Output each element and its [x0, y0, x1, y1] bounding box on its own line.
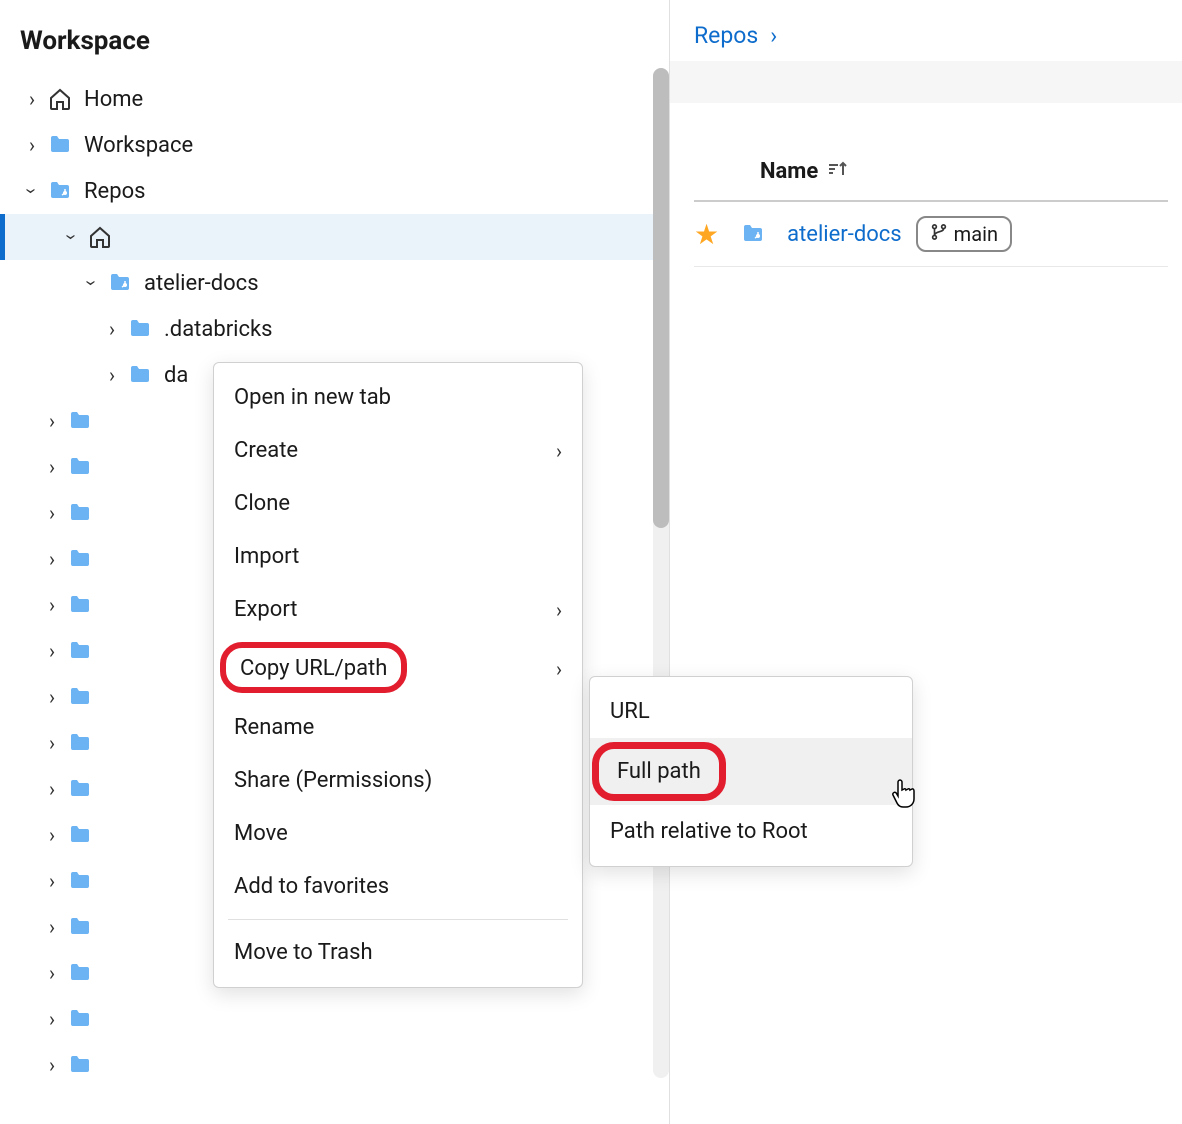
folder-icon — [68, 639, 94, 663]
chevron-right-icon: › — [40, 501, 64, 525]
star-icon[interactable]: ★ — [694, 218, 719, 251]
tree-label: atelier-docs — [144, 271, 259, 296]
home-icon — [88, 225, 114, 249]
chevron-right-icon: › — [20, 87, 44, 111]
tree-label: da — [164, 363, 188, 388]
tree-label: Repos — [84, 179, 145, 204]
tree-item-home[interactable]: › Home — [0, 76, 669, 122]
folder-icon — [68, 409, 94, 433]
folder-icon — [68, 593, 94, 617]
home-icon — [48, 87, 74, 111]
breadcrumb: Repos › — [694, 22, 1168, 49]
menu-add-favorites[interactable]: Add to favorites — [214, 860, 582, 913]
table-row[interactable]: ★ atelier-docs main — [694, 202, 1168, 267]
chevron-right-icon: › — [40, 409, 64, 433]
main-panel: Repos › Name ★ atelier-docs main — [670, 0, 1182, 1124]
scrollbar[interactable] — [653, 68, 669, 1078]
chevron-right-icon: › — [40, 961, 64, 985]
menu-copy-url-path[interactable]: Copy URL/path › — [214, 636, 582, 701]
repo-folder-icon — [741, 222, 767, 246]
folder-icon — [68, 685, 94, 709]
tree-label: .databricks — [164, 317, 273, 342]
menu-open-new-tab[interactable]: Open in new tab — [214, 371, 582, 424]
menu-divider — [228, 919, 568, 920]
folder-icon — [48, 133, 74, 157]
chevron-down-icon: › — [20, 179, 44, 203]
folder-icon — [68, 547, 94, 571]
repo-folder-icon — [108, 271, 134, 295]
submenu-relative[interactable]: Path relative to Root — [590, 805, 912, 858]
chevron-right-icon: › — [40, 777, 64, 801]
folder-icon — [68, 915, 94, 939]
highlight-annotation: Full path — [592, 742, 726, 801]
tree-item-atelier-docs[interactable]: › atelier-docs — [0, 260, 669, 306]
cursor-pointer-icon — [892, 778, 920, 816]
menu-create[interactable]: Create› — [214, 424, 582, 477]
breadcrumb-link[interactable]: Repos — [694, 22, 758, 49]
chevron-right-icon: › — [40, 1007, 64, 1031]
tree-item-placeholder[interactable]: › — [0, 1042, 669, 1088]
menu-share[interactable]: Share (Permissions) — [214, 754, 582, 807]
folder-icon — [128, 363, 154, 387]
chevron-right-icon: › — [40, 823, 64, 847]
sidebar-title: Workspace — [0, 18, 669, 76]
context-menu: Open in new tab Create› Clone Import Exp… — [213, 362, 583, 988]
column-name[interactable]: Name — [760, 159, 818, 184]
highlight-annotation: Copy URL/path — [220, 642, 407, 693]
chevron-right-icon: › — [100, 363, 124, 387]
chevron-right-icon: › — [40, 547, 64, 571]
branch-badge[interactable]: main — [916, 216, 1012, 252]
chevron-down-icon: › — [60, 225, 84, 249]
chevron-right-icon: › — [40, 593, 64, 617]
submenu-full-path[interactable]: Full path — [590, 738, 912, 805]
menu-import[interactable]: Import — [214, 530, 582, 583]
folder-icon — [68, 731, 94, 755]
tree-item-user-home[interactable]: › — [0, 214, 669, 260]
submenu-url[interactable]: URL — [590, 685, 912, 738]
tree-item-databricks[interactable]: › .databricks — [0, 306, 669, 352]
chevron-right-icon: › — [556, 598, 562, 622]
git-branch-icon — [930, 222, 948, 246]
folder-icon — [68, 823, 94, 847]
table-header: Name — [694, 143, 1168, 202]
menu-export[interactable]: Export› — [214, 583, 582, 636]
breadcrumb-bar — [670, 61, 1182, 103]
repo-folder-icon — [48, 179, 74, 203]
chevron-right-icon: › — [40, 685, 64, 709]
menu-clone[interactable]: Clone — [214, 477, 582, 530]
tree-item-repos[interactable]: › Repos — [0, 168, 669, 214]
scrollbar-thumb[interactable] — [653, 68, 669, 528]
tree-item-workspace[interactable]: › Workspace — [0, 122, 669, 168]
repo-name-link[interactable]: atelier-docs — [787, 222, 902, 247]
branch-label: main — [954, 222, 998, 246]
folder-icon — [68, 961, 94, 985]
chevron-right-icon: › — [40, 1053, 64, 1077]
chevron-right-icon: › — [556, 657, 562, 681]
chevron-right-icon: › — [40, 915, 64, 939]
folder-icon — [68, 1053, 94, 1077]
chevron-right-icon: › — [40, 455, 64, 479]
tree-item-placeholder[interactable]: › — [0, 996, 669, 1042]
chevron-right-icon: › — [556, 439, 562, 463]
folder-icon — [68, 1007, 94, 1031]
folder-icon — [68, 869, 94, 893]
chevron-right-icon: › — [770, 22, 777, 49]
folder-icon — [68, 455, 94, 479]
menu-rename[interactable]: Rename — [214, 701, 582, 754]
tree-label: Workspace — [84, 133, 193, 158]
chevron-right-icon: › — [40, 869, 64, 893]
folder-icon — [68, 501, 94, 525]
menu-move[interactable]: Move — [214, 807, 582, 860]
submenu-copy-url-path: URL Full path Path relative to Root — [589, 676, 913, 867]
folder-icon — [68, 777, 94, 801]
folder-icon — [128, 317, 154, 341]
sort-icon[interactable] — [828, 161, 848, 182]
chevron-right-icon: › — [100, 317, 124, 341]
chevron-right-icon: › — [40, 731, 64, 755]
chevron-down-icon: › — [80, 271, 104, 295]
tree-label: Home — [84, 87, 143, 112]
menu-move-trash[interactable]: Move to Trash — [214, 926, 582, 979]
chevron-right-icon: › — [20, 133, 44, 157]
chevron-right-icon: › — [40, 639, 64, 663]
